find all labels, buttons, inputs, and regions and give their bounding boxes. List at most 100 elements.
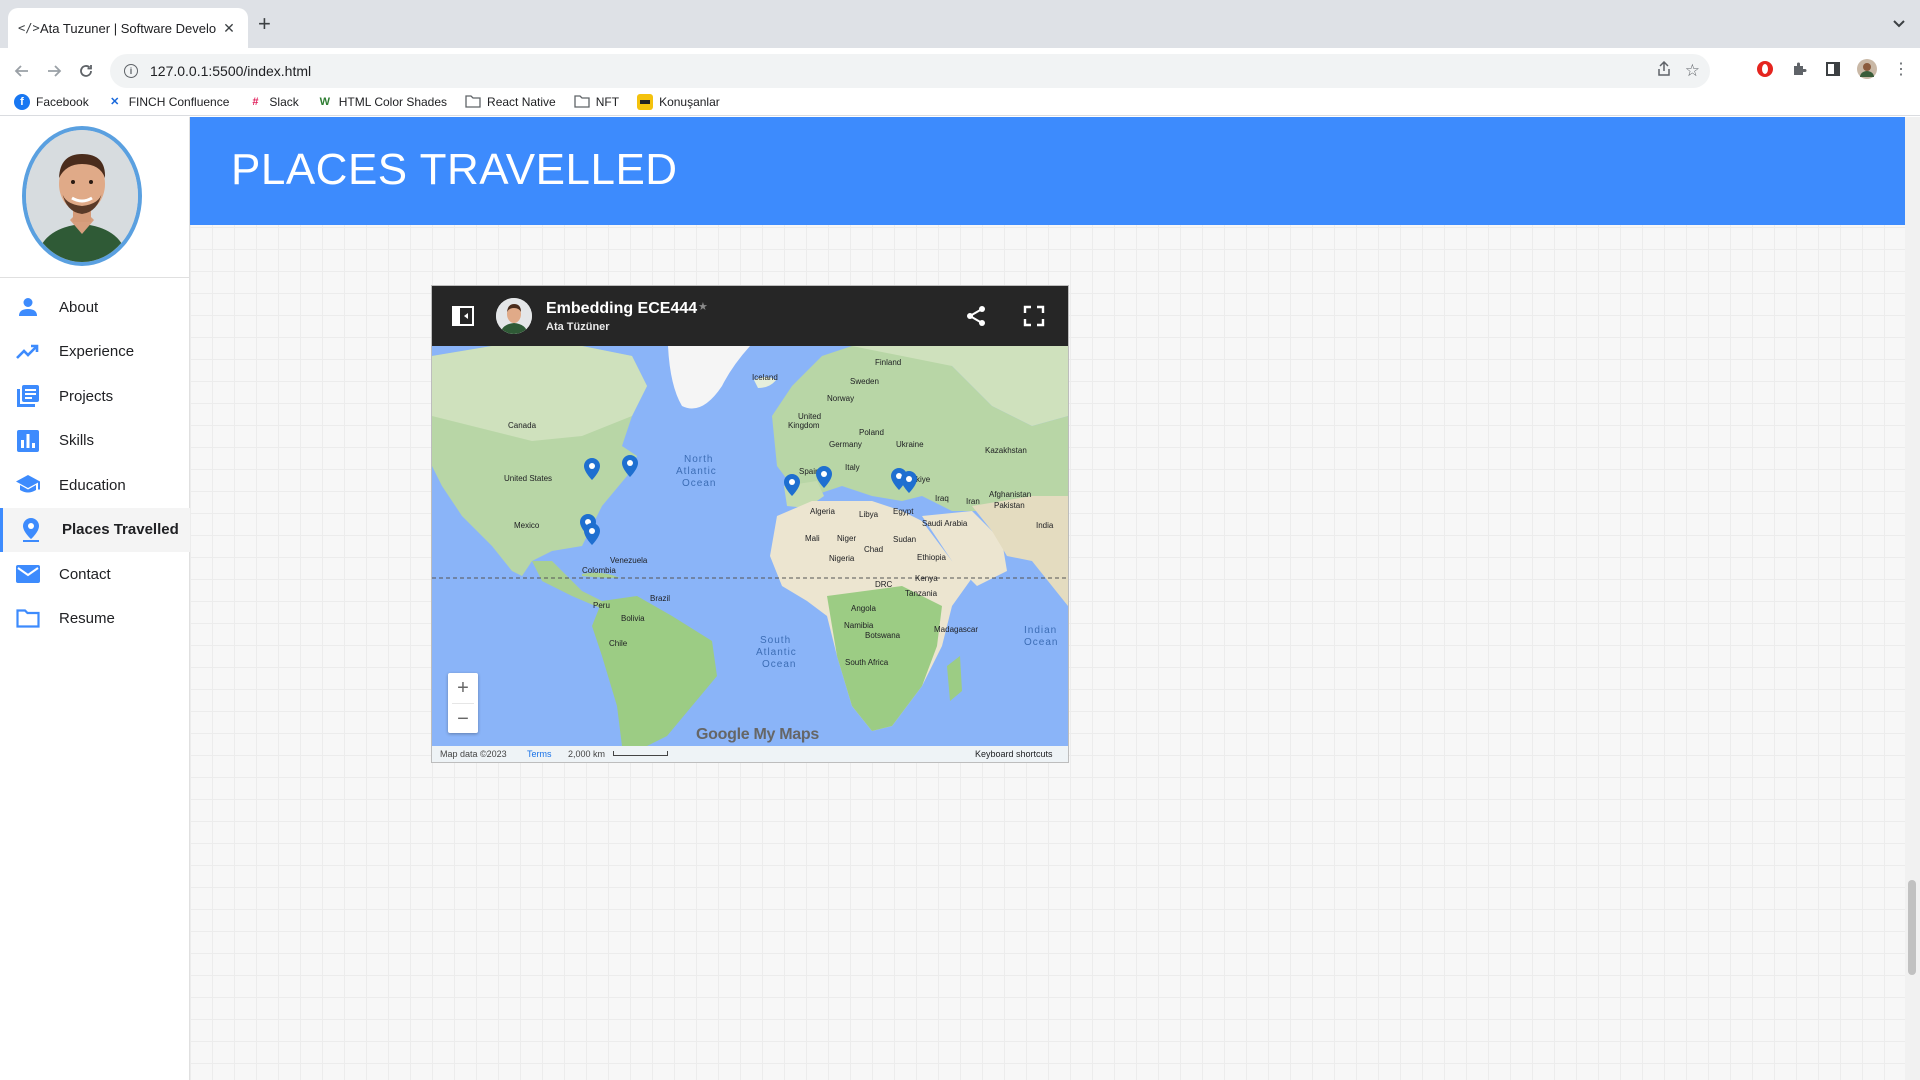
world-map[interactable]: Finland Iceland Sweden Norway United Kin…: [432, 346, 1068, 746]
bookmark-label: FINCH Confluence: [128, 94, 230, 109]
map-label: Pakistan: [994, 501, 1025, 510]
konusanlar-icon: [637, 93, 654, 110]
puzzle-extensions-icon[interactable]: [1789, 59, 1809, 79]
sidebar-item-projects[interactable]: Projects: [0, 374, 190, 419]
map-label: Niger: [837, 534, 856, 543]
map-label: South Africa: [845, 658, 889, 667]
confluence-icon: ✕: [110, 96, 120, 108]
sidebar-item-experience[interactable]: Experience: [0, 330, 190, 375]
sidebar-item-label: Education: [59, 476, 126, 494]
sidebar-item-label: Resume: [59, 610, 115, 628]
map-zoom-control: + −: [448, 673, 478, 733]
map-legend-toggle-icon[interactable]: [452, 306, 474, 326]
opera-extension-icon[interactable]: [1755, 59, 1775, 79]
tab-title: Ata Tuzuner | Software Develo: [40, 20, 217, 36]
map-label: DRC: [875, 580, 893, 589]
zoom-out-button[interactable]: −: [448, 704, 478, 734]
browser-tab-strip: </> Ata Tuzuner | Software Develo ✕ +: [0, 0, 1920, 48]
map-data-attribution: Map data ©2023: [440, 749, 507, 759]
sidebar-item-label: Contact: [59, 565, 111, 583]
side-panel-icon[interactable]: [1823, 59, 1843, 79]
svg-text:Indian: Indian: [1024, 625, 1057, 636]
folder-icon: [465, 94, 481, 110]
back-button[interactable]: [10, 59, 34, 83]
map-label: Saudi Arabia: [922, 519, 968, 528]
browser-tab[interactable]: </> Ata Tuzuner | Software Develo ✕: [8, 8, 248, 48]
list-icon: [15, 383, 41, 409]
map-label: Bolivia: [621, 614, 645, 623]
fullscreen-icon[interactable]: [1022, 304, 1046, 328]
profile-photo: [22, 126, 142, 266]
map-label: Iran: [966, 497, 980, 506]
bookmark-html-color-shades[interactable]: W HTML Color Shades: [317, 94, 447, 110]
map-owner-avatar: [496, 298, 532, 334]
browser-menu-icon[interactable]: ⋮: [1891, 59, 1911, 79]
map-label: Finland: [875, 358, 901, 367]
svg-text:Atlantic: Atlantic: [756, 647, 797, 658]
map-label: United: [798, 412, 821, 421]
bookmark-folder-react-native[interactable]: React Native: [465, 94, 556, 110]
share-page-icon[interactable]: [1657, 60, 1671, 81]
bookmark-star-icon[interactable]: ☆: [1685, 61, 1700, 81]
new-tab-button[interactable]: +: [258, 13, 271, 35]
map-label: Venezuela: [610, 556, 648, 565]
map-label: Botswana: [865, 631, 901, 640]
sidebar: About Experience Projects Skills Educati…: [0, 117, 190, 1080]
bookmark-label: Konuşanlar: [659, 94, 720, 109]
sidebar-nav: About Experience Projects Skills Educati…: [0, 285, 190, 641]
extensions-area: ⋮: [1755, 59, 1911, 79]
map-label: India: [1036, 521, 1054, 530]
sidebar-divider: [0, 277, 190, 278]
reload-icon: [80, 65, 92, 77]
svg-text:North: North: [684, 454, 713, 465]
map-label: Libya: [859, 510, 879, 519]
sidebar-item-resume[interactable]: Resume: [0, 597, 190, 642]
sidebar-item-places-travelled[interactable]: Places Travelled: [0, 507, 190, 552]
map-terms-link[interactable]: Terms: [527, 749, 552, 759]
close-tab-icon[interactable]: ✕: [220, 20, 238, 37]
map-title: Embedding ECE444: [546, 300, 698, 317]
share-icon[interactable]: [964, 304, 988, 328]
tab-search-chevron-icon[interactable]: [1892, 16, 1906, 34]
profile-avatar-icon[interactable]: [1857, 59, 1877, 79]
map-label: Iceland: [752, 373, 778, 382]
trending-up-icon: [15, 339, 41, 365]
zoom-in-button[interactable]: +: [448, 673, 478, 703]
map-label: Iraq: [935, 494, 949, 503]
map-label: Madagascar: [934, 625, 978, 634]
svg-text:Ocean: Ocean: [682, 478, 716, 489]
address-bar[interactable]: i 127.0.0.1:5500/index.html ☆: [110, 54, 1710, 88]
sidebar-item-label: Skills: [59, 432, 95, 450]
keyboard-shortcuts-link[interactable]: Keyboard shortcuts: [975, 749, 1053, 759]
bookmark-folder-nft[interactable]: NFT: [574, 94, 619, 110]
facebook-icon: f: [14, 93, 30, 110]
sidebar-item-label: About: [59, 298, 99, 316]
bookmark-slack[interactable]: # Slack: [247, 94, 298, 110]
reload-button[interactable]: [74, 59, 98, 83]
bookmark-konusanlar[interactable]: Konuşanlar: [637, 93, 720, 110]
map-label: Ukraine: [896, 440, 924, 449]
map-label: Angola: [851, 604, 876, 613]
sidebar-item-contact[interactable]: Contact: [0, 552, 190, 597]
bookmark-finch-confluence[interactable]: ✕ FINCH Confluence: [107, 94, 230, 110]
google-my-maps-embed[interactable]: Embedding ECE444 ★ Ata Tüzüner Finland I…: [431, 285, 1069, 763]
bookmark-label: NFT: [595, 94, 620, 109]
bookmark-facebook[interactable]: f Facebook: [14, 93, 89, 110]
star-icon[interactable]: ★: [698, 300, 708, 313]
map-label: Nigeria: [829, 554, 855, 563]
location-pin-icon: [18, 517, 44, 543]
sidebar-item-label: Places Travelled: [62, 521, 179, 539]
sidebar-item-education[interactable]: Education: [0, 463, 190, 508]
sidebar-item-about[interactable]: About: [0, 285, 190, 330]
sidebar-item-label: Projects: [59, 387, 114, 405]
svg-text:Ocean: Ocean: [762, 659, 796, 670]
page-scrollbar-thumb[interactable]: [1908, 880, 1916, 975]
folder-icon: [15, 606, 41, 632]
map-label: Kazakhstan: [985, 446, 1027, 455]
forward-button[interactable]: [42, 59, 66, 83]
map-label: Poland: [859, 428, 884, 437]
site-info-icon[interactable]: i: [124, 64, 138, 78]
sidebar-item-skills[interactable]: Skills: [0, 419, 190, 464]
bookmark-label: React Native: [487, 94, 556, 109]
map-label: Sudan: [893, 535, 916, 544]
